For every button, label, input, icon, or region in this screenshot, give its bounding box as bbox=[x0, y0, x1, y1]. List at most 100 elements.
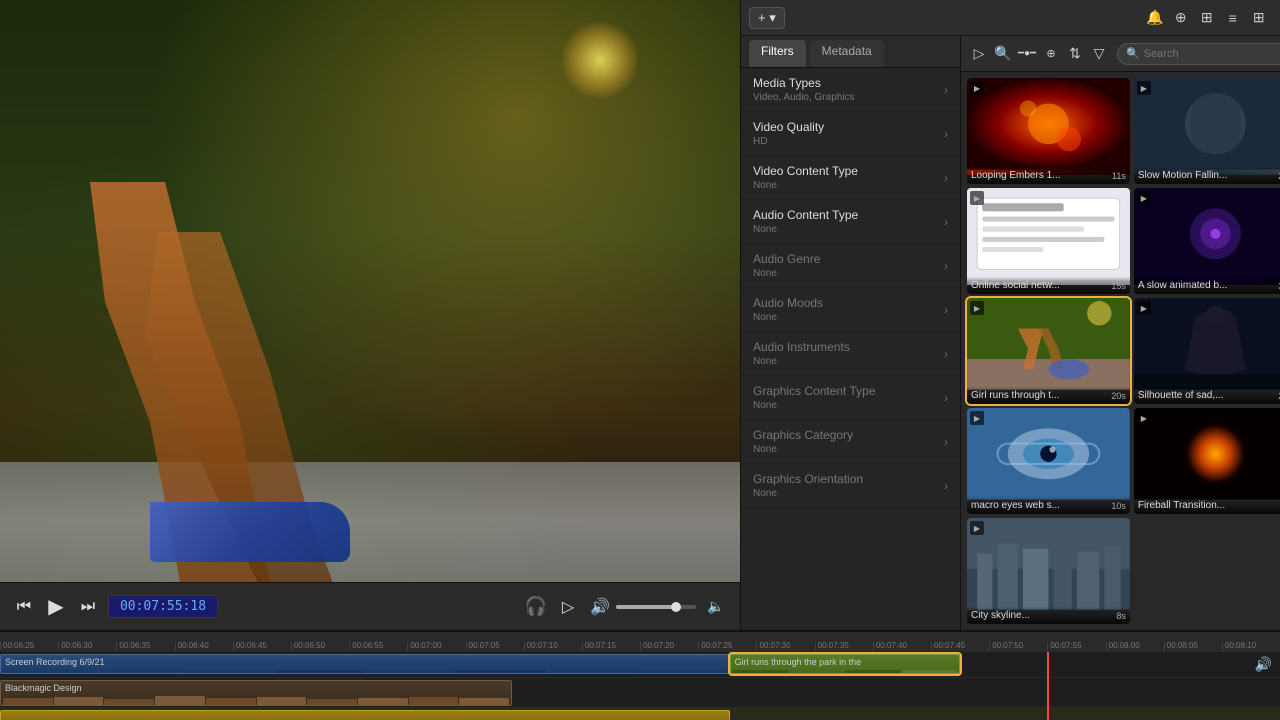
rm-9: 00:07:10 bbox=[524, 642, 582, 650]
next-icon[interactable]: ▷ bbox=[556, 595, 580, 619]
app-container: ⏮ ▶ ⏭ 00:07:55:18 🎧 ▷ 🔊 🔈 bbox=[0, 0, 1280, 720]
track-audio: Blackmagic Design bbox=[0, 678, 1280, 708]
rm-6: 00:06:55 bbox=[349, 642, 407, 650]
rm-16: 00:07:45 bbox=[931, 642, 989, 650]
media-item-9-label: City skyline... bbox=[967, 606, 1130, 624]
filter-audio-moods[interactable]: Audio Moods None › bbox=[741, 288, 960, 332]
filter-audio-genre[interactable]: Audio Genre None › bbox=[741, 244, 960, 288]
media-item-2[interactable]: Slow Motion Fallin... 21s ▶ bbox=[1134, 78, 1280, 184]
media-item-9[interactable]: City skyline... 8s ▶ bbox=[967, 518, 1130, 624]
rm-8: 00:07:05 bbox=[466, 642, 524, 650]
sort-icon[interactable]: ⇅ bbox=[1065, 44, 1085, 64]
mute-icon[interactable]: 🔈 bbox=[704, 595, 728, 619]
zoom-out-icon[interactable]: 🔍 bbox=[993, 44, 1013, 64]
media-item-4[interactable]: A slow animated b... 30s ▶ bbox=[1134, 188, 1280, 294]
filter-graphics-category[interactable]: Graphics Category None › bbox=[741, 420, 960, 464]
filter-list: Media Types Video, Audio, Graphics › Vid… bbox=[741, 68, 960, 630]
right-content: Filters Metadata Media Types Video, Audi… bbox=[741, 36, 1280, 630]
filter-icon[interactable]: ▽ bbox=[1089, 44, 1109, 64]
filter-audio-instruments[interactable]: Audio Instruments None › bbox=[741, 332, 960, 376]
media-item-2-label: Slow Motion Fallin... bbox=[1134, 166, 1280, 184]
volume-control[interactable]: 🔊 bbox=[588, 595, 696, 619]
rm-21: 00:08:10 bbox=[1222, 642, 1280, 650]
media-grid: Looping Embers 1... 11s ▶ bbox=[961, 72, 1280, 630]
media-item-1[interactable]: Looping Embers 1... 11s ▶ bbox=[967, 78, 1130, 184]
media-item-8[interactable]: Fireball Transition... 4s ▶ bbox=[1134, 408, 1280, 514]
clip-caption-yellow[interactable] bbox=[0, 710, 730, 720]
filter-audio-content-type[interactable]: Audio Content Type None › bbox=[741, 200, 960, 244]
search-icon: 🔍 bbox=[1126, 47, 1140, 60]
road-surface bbox=[0, 462, 740, 582]
skip-forward-button[interactable]: ⏭ bbox=[76, 595, 100, 619]
filter-video-content-sub: None bbox=[753, 180, 944, 191]
zoom-slider-icon[interactable]: ━●━ bbox=[1017, 44, 1037, 64]
media-item-8-type: ▶ bbox=[1137, 411, 1151, 425]
skip-back-button[interactable]: ⏮ bbox=[12, 595, 36, 619]
filter-video-quality-sub: HD bbox=[753, 136, 944, 147]
filter-audio-content-title: Audio Content Type bbox=[753, 208, 944, 222]
timeline-tracks[interactable]: Screen Recording 6/9/21 Girl runs thr bbox=[0, 652, 1280, 720]
add-button[interactable]: + ▾ bbox=[749, 7, 785, 29]
clip-audio-blackmagic[interactable]: Blackmagic Design bbox=[0, 680, 512, 706]
filter-media-types-arrow: › bbox=[944, 83, 948, 97]
list2-icon[interactable]: ≡ bbox=[1275, 8, 1280, 28]
media-item-8-label: Fireball Transition... bbox=[1134, 496, 1280, 514]
filter-audio-content-sub: None bbox=[753, 224, 944, 235]
timecode-display: 00:07:55:18 bbox=[108, 595, 218, 618]
video-preview[interactable] bbox=[0, 0, 740, 582]
ruler-marks: 00:06:25 00:06:30 00:06:35 00:06:40 00:0… bbox=[0, 632, 1280, 650]
headphones-icon[interactable]: 🎧 bbox=[524, 595, 548, 619]
filter-graphics-content-sub: None bbox=[753, 400, 944, 411]
transport-bar: ⏮ ▶ ⏭ 00:07:55:18 🎧 ▷ 🔊 🔈 bbox=[0, 582, 740, 630]
filter-audio-instruments-arrow: › bbox=[944, 347, 948, 361]
media-item-5[interactable]: Girl runs through t... 20s ▶ bbox=[967, 298, 1130, 404]
rm-10: 00:07:15 bbox=[582, 642, 640, 650]
right-toolbar: + ▾ 🔔 ⊕ ⊞ ≡ ⊞ ≡ bbox=[741, 0, 1280, 36]
clip-screen-recording-label: Screen Recording 6/9/21 bbox=[1, 655, 729, 669]
playhead[interactable] bbox=[1047, 652, 1049, 720]
rm-7: 00:07:00 bbox=[407, 642, 465, 650]
zoom-in-icon[interactable]: ⊕ bbox=[1041, 44, 1061, 64]
filter-graphics-orientation-arrow: › bbox=[944, 479, 948, 493]
filter-video-quality-arrow: › bbox=[944, 127, 948, 141]
globe-icon[interactable]: ⊕ bbox=[1171, 8, 1191, 28]
audio-indicator-icon: 🔊 bbox=[1255, 656, 1272, 673]
media-item-6-type: ▶ bbox=[1137, 301, 1151, 315]
filter-media-types-title: Media Types bbox=[753, 76, 944, 90]
clip-screen-recording[interactable]: Screen Recording 6/9/21 bbox=[0, 654, 730, 674]
rm-12: 00:07:25 bbox=[698, 642, 756, 650]
volume-thumb bbox=[671, 602, 681, 612]
filter-graphics-content-type[interactable]: Graphics Content Type None › bbox=[741, 376, 960, 420]
notification-icon[interactable]: 🔔 bbox=[1145, 8, 1165, 28]
filter-media-types[interactable]: Media Types Video, Audio, Graphics › bbox=[741, 68, 960, 112]
filter-audio-moods-title: Audio Moods bbox=[753, 296, 944, 310]
middle-section: ⏮ ▶ ⏭ 00:07:55:18 🎧 ▷ 🔊 🔈 bbox=[0, 0, 1280, 630]
filter-media-types-sub: Video, Audio, Graphics bbox=[753, 92, 944, 103]
volume-slider[interactable] bbox=[616, 605, 696, 609]
filter-audio-instruments-title: Audio Instruments bbox=[753, 340, 944, 354]
tab-filters[interactable]: Filters bbox=[749, 40, 806, 67]
media-item-1-duration: 11s bbox=[1112, 171, 1126, 181]
grid-view-icon[interactable]: ⊞ bbox=[1197, 8, 1217, 28]
filter-audio-genre-title: Audio Genre bbox=[753, 252, 944, 266]
grid2-icon[interactable]: ⊞ bbox=[1249, 8, 1269, 28]
filter-graphics-orientation[interactable]: Graphics Orientation None › bbox=[741, 464, 960, 508]
rm-13: 00:07:30 bbox=[756, 642, 814, 650]
tab-metadata[interactable]: Metadata bbox=[810, 40, 884, 67]
track-video: Screen Recording 6/9/21 Girl runs thr bbox=[0, 652, 1280, 678]
media-item-6[interactable]: Silhouette of sad,... 24s ▶ bbox=[1134, 298, 1280, 404]
clip-girl-runs[interactable]: Girl runs through the park in the bbox=[730, 654, 960, 674]
speaker-icon: 🔊 bbox=[588, 595, 612, 619]
search-input[interactable] bbox=[1144, 48, 1280, 60]
filter-video-content-type[interactable]: Video Content Type None › bbox=[741, 156, 960, 200]
list-view-icon[interactable]: ≡ bbox=[1223, 8, 1243, 28]
media-item-7[interactable]: macro eyes web s... 10s ▶ bbox=[967, 408, 1130, 514]
rm-20: 00:08:05 bbox=[1164, 642, 1222, 650]
media-item-3[interactable]: Online social netw... 15s ▶ bbox=[967, 188, 1130, 294]
play-pause-button[interactable]: ▶ bbox=[44, 595, 68, 619]
timeline-ruler: 00:06:25 00:06:30 00:06:35 00:06:40 00:0… bbox=[0, 632, 1280, 652]
filter-graphics-category-title: Graphics Category bbox=[753, 428, 944, 442]
filter-video-quality[interactable]: Video Quality HD › bbox=[741, 112, 960, 156]
timeline-icon[interactable]: ▷ bbox=[969, 44, 989, 64]
filter-audio-instruments-sub: None bbox=[753, 356, 944, 367]
